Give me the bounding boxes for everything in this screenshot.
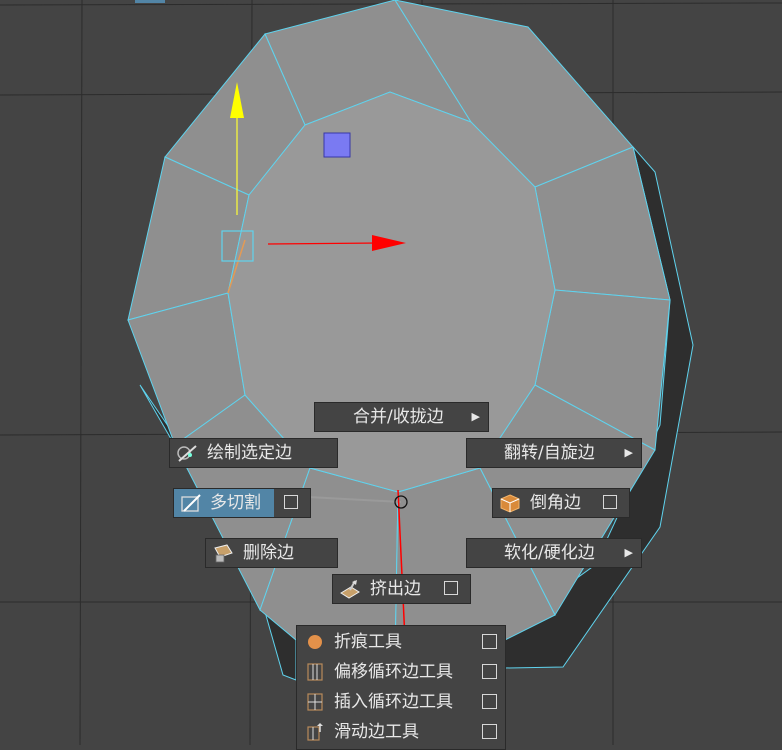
option-box-icon[interactable] — [482, 664, 497, 679]
submenu-arrow-icon: ▶ — [471, 410, 480, 423]
z-plane-handle-icon — [323, 132, 351, 158]
option-box-icon[interactable] — [482, 634, 497, 649]
bevel-icon — [500, 494, 520, 513]
insert-edge-loop-icon — [307, 693, 323, 711]
menu-bevel-edge[interactable]: 倒角边 — [492, 488, 630, 518]
menu-paint-select-edge[interactable]: 绘制选定边 — [169, 438, 338, 468]
option-box-icon[interactable] — [482, 724, 497, 739]
offset-edge-loop-icon — [307, 663, 323, 681]
submenu-arrow-icon: ▶ — [624, 446, 633, 459]
option-box-icon[interactable] — [444, 581, 458, 595]
menu-extrude-edge[interactable]: 挤出边 — [332, 574, 471, 604]
top-highlight-tab — [135, 0, 165, 3]
menu-merge-collapse-edge[interactable]: 合并/收拢边 ▶ — [314, 402, 489, 432]
option-box-icon[interactable] — [482, 694, 497, 709]
menu-insert-edge-loop-tool[interactable]: 插入循环边工具 — [297, 687, 505, 717]
delete-edge-icon — [214, 544, 233, 563]
menu-multi-cut[interactable]: 多切割 — [173, 488, 311, 518]
edge-tools-submenu: 折痕工具 偏移循环边工具 插入循环边工具 滑动边工具 — [296, 625, 506, 750]
extrude-icon — [340, 580, 360, 599]
crease-tool-icon — [308, 635, 322, 649]
menu-offset-edge-loop-tool[interactable]: 偏移循环边工具 — [297, 657, 505, 687]
option-box-icon[interactable] — [284, 495, 298, 509]
menu-soften-harden-edge[interactable]: 软化/硬化边 ▶ — [466, 538, 642, 568]
option-box-icon[interactable] — [603, 495, 617, 509]
menu-flip-spin-edge[interactable]: 翻转/自旋边 ▶ — [466, 438, 642, 468]
multi-cut-icon — [181, 494, 201, 512]
menu-slide-edge-tool[interactable]: 滑动边工具 — [297, 717, 505, 747]
submenu-arrow-icon: ▶ — [624, 546, 633, 559]
slide-edge-icon — [307, 723, 323, 741]
menu-crease-tool[interactable]: 折痕工具 — [297, 627, 505, 657]
paint-select-edge-icon — [177, 445, 197, 462]
menu-delete-edge[interactable]: 删除边 — [205, 538, 338, 568]
